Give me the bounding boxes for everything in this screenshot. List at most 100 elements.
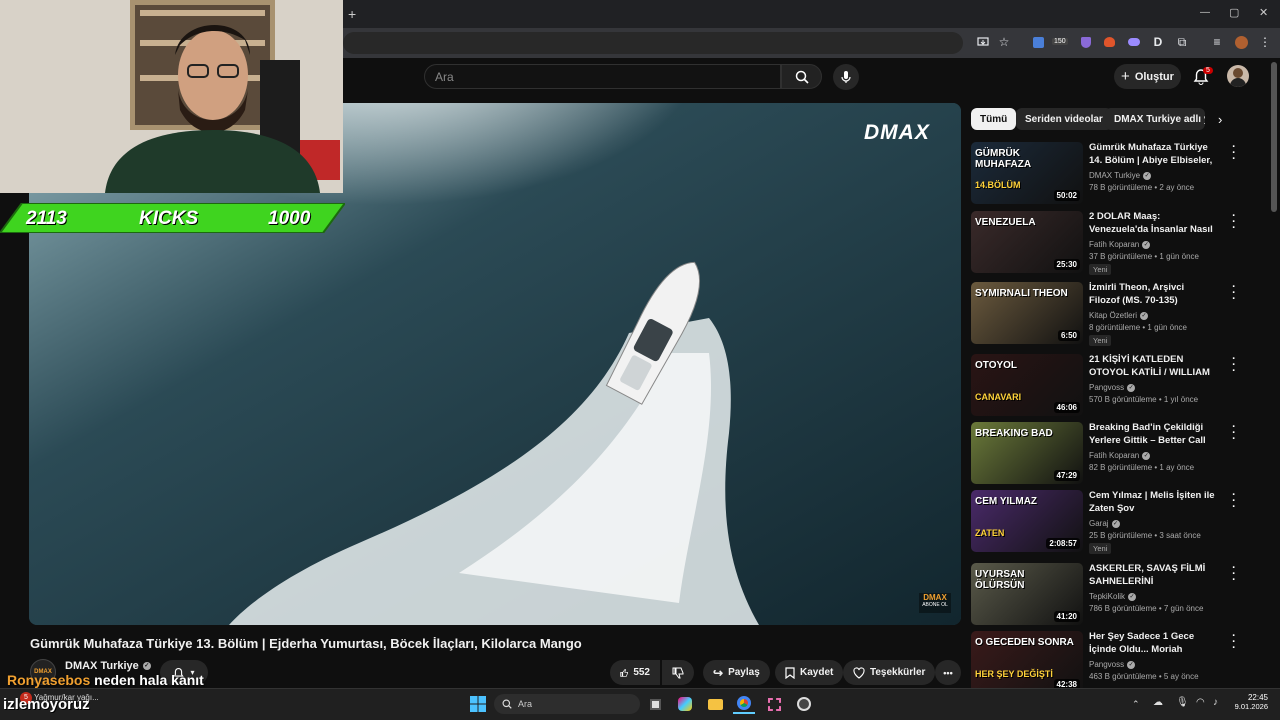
snipping-tool-icon[interactable]	[763, 694, 785, 714]
more-options-icon[interactable]: · · ·	[1229, 211, 1239, 234]
copilot-icon[interactable]	[674, 694, 696, 714]
install-app-icon[interactable]	[975, 34, 991, 50]
shield-extension-icon[interactable]	[1078, 34, 1094, 50]
more-options-icon[interactable]: · · ·	[1229, 142, 1239, 165]
chevron-right-icon[interactable]: ›	[1218, 112, 1222, 127]
thumbnail-text: CEM YILMAZ	[975, 496, 1038, 507]
voice-search-button[interactable]	[833, 64, 859, 90]
translate-extension-icon[interactable]	[1030, 34, 1046, 50]
dislike-button[interactable]	[662, 660, 694, 685]
video-thumbnail[interactable]: O GECEDEN SONRA HER ŞEY DEĞİŞTİ 42:38	[971, 631, 1083, 693]
recommendation-channel[interactable]: Kitap Özetleri ✓	[1089, 311, 1149, 320]
recommendation-title[interactable]: 21 KİŞİYİ KATLEDEN OTOYOL KATİLİ / WILLI…	[1089, 354, 1217, 379]
video-thumbnail[interactable]: VENEZUELA 25:30	[971, 211, 1083, 273]
verified-icon: ✓	[1143, 171, 1152, 180]
clock[interactable]: 22:45 9.01.2026	[1235, 693, 1268, 711]
video-thumbnail[interactable]: CEM YILMAZ ZATEN 2:08:57	[971, 490, 1083, 552]
chrome-taskbar-icon[interactable]	[733, 694, 755, 714]
recommendation-title[interactable]: Breaking Bad'in Çekildiği Yerlere Gittik…	[1089, 422, 1217, 447]
chip-all[interactable]: Tümü	[971, 108, 1017, 130]
account-avatar[interactable]	[1227, 65, 1249, 87]
verified-icon: ✓	[1128, 592, 1137, 601]
fox-extension-icon[interactable]	[1101, 34, 1117, 50]
channel-name: DMAX Turkiye	[65, 660, 139, 672]
video-thumbnail[interactable]: BREAKING BAD 47:29	[971, 422, 1083, 484]
like-button[interactable]: 552	[610, 660, 660, 685]
recommendation-item[interactable]: CEM YILMAZ ZATEN 2:08:57 Cem Yılmaz | Melis…	[971, 490, 1236, 554]
address-bar[interactable]	[343, 32, 963, 54]
recommendation-channel[interactable]: TepkiKolik ✓	[1089, 592, 1137, 601]
close-window-button[interactable]: ✕	[1259, 6, 1268, 19]
more-options-icon[interactable]: · · ·	[1229, 422, 1239, 445]
recommendation-title[interactable]: 2 DOLAR Maaş: Venezuela'da İnsanlar Nası…	[1089, 211, 1217, 236]
file-explorer-icon[interactable]	[704, 694, 726, 714]
create-button[interactable]: + Oluştur	[1114, 64, 1181, 89]
video-thumbnail[interactable]: UYURSAN ÖLÜRSÜN 41:20	[971, 563, 1083, 625]
ai-extension-icon[interactable]	[1126, 34, 1142, 50]
recommendation-meta: 463 B görüntüleme • 5 ay önce	[1089, 672, 1199, 681]
minimize-button[interactable]: —	[1200, 7, 1210, 18]
recommendation-item[interactable]: SYMIRNALI THEON 6:50 İzmirli Theon, Arşivc…	[971, 282, 1236, 346]
search-input[interactable]: Ara	[424, 64, 781, 89]
microphone-tray-icon[interactable]: 🎙	[1176, 697, 1189, 708]
puzzle-extensions-icon[interactable]: ⧉	[1174, 34, 1190, 50]
page-scrollbar[interactable]	[1271, 62, 1277, 212]
thumbnail-subtext: CANAVARI	[975, 392, 1022, 402]
chip-channel-videos[interactable]: DMAX Turkiye adlı yü	[1105, 108, 1205, 130]
video-thumbnail[interactable]: OTOYOL CANAVARI 46:06	[971, 354, 1083, 416]
dmax-subscribe-watermark[interactable]: DMAX ABONE OL	[919, 593, 951, 613]
video-thumbnail[interactable]: GÜMRÜK MUHAFAZA 14.BÖLÜM 50:02	[971, 142, 1083, 204]
streamer-webcam	[0, 0, 343, 193]
share-button[interactable]: ↪ Paylaş	[703, 660, 770, 685]
recommendation-title[interactable]: Her Şey Sadece 1 Gece İçinde Oldu... Mor…	[1089, 631, 1217, 656]
recommendation-channel[interactable]: Fatih Koparan ✓	[1089, 240, 1151, 249]
more-options-icon[interactable]: · · ·	[1229, 354, 1239, 377]
taskbar-search[interactable]: Ara	[494, 694, 640, 714]
volume-icon[interactable]: ♪	[1213, 697, 1218, 708]
recommendation-title[interactable]: ASKERLER, SAVAŞ FİLMİ SAHNELERİNİ YORUML…	[1089, 563, 1217, 588]
d-extension-icon[interactable]: D	[1150, 34, 1166, 50]
start-button[interactable]	[467, 694, 489, 714]
recommendation-item[interactable]: UYURSAN ÖLÜRSÜN 41:20 ASKERLER, SAVAŞ FİLM…	[971, 563, 1236, 627]
task-view-icon[interactable]	[644, 694, 666, 714]
obs-taskbar-icon[interactable]	[793, 694, 815, 714]
recommendation-channel[interactable]: Garaj ✓	[1089, 519, 1120, 528]
cloud-icon[interactable]: ☁	[1153, 697, 1163, 708]
bookmark-star-icon[interactable]: ☆	[996, 34, 1012, 50]
profile-avatar-icon[interactable]	[1233, 34, 1249, 50]
chip-series-videos[interactable]: Seriden videolar	[1016, 108, 1112, 130]
recommendation-title[interactable]: İzmirli Theon, Arşivci Filozof (MS. 70-1…	[1089, 282, 1217, 307]
recommendation-item[interactable]: BREAKING BAD 47:29 Breaking Bad'in Çekildi…	[971, 422, 1236, 486]
video-thumbnail[interactable]: SYMIRNALI THEON 6:50	[971, 282, 1083, 344]
channel-name-link[interactable]: DMAX Turkiye ✓	[65, 660, 151, 672]
more-options-icon[interactable]: · · ·	[1229, 282, 1239, 305]
more-options-icon[interactable]: · · ·	[1229, 490, 1239, 513]
more-actions-button[interactable]: •••	[935, 660, 961, 685]
search-button[interactable]	[781, 64, 822, 89]
thumbnail-text: VENEZUELA	[975, 217, 1036, 228]
recommendation-channel[interactable]: Pangvoss ✓	[1089, 383, 1136, 392]
thanks-button[interactable]: Teşekkürler	[843, 660, 936, 685]
more-options-icon[interactable]: · · ·	[1229, 563, 1239, 586]
recommendation-item[interactable]: OTOYOL CANAVARI 46:06 21 KİŞİYİ KATLEDEN OT…	[971, 354, 1236, 418]
recommendation-item[interactable]: VENEZUELA 25:30 2 DOLAR Maaş: Venezuela'da…	[971, 211, 1236, 275]
more-options-icon[interactable]: · · ·	[1229, 631, 1239, 654]
show-hidden-icons-chevron-icon[interactable]: ⌃	[1132, 699, 1140, 710]
wifi-icon[interactable]: ◠	[1196, 697, 1205, 708]
watermark-subscribe-text: ABONE OL	[922, 602, 948, 608]
recommendation-channel[interactable]: DMAX Turkiye ✓	[1089, 171, 1152, 180]
recommendation-item[interactable]: O GECEDEN SONRA HER ŞEY DEĞİŞTİ 42:38 Her Ş…	[971, 631, 1236, 695]
recommendation-channel[interactable]: Fatih Koparan ✓	[1089, 451, 1151, 460]
recommendation-title[interactable]: Gümrük Muhafaza Türkiye 14. Bölüm | Abiy…	[1089, 142, 1217, 167]
recommendation-title[interactable]: Cem Yılmaz | Melis İşiten ile Zaten Şov	[1089, 490, 1217, 515]
new-tab-button[interactable]: +	[348, 6, 356, 22]
kicks-right-value: 1000	[268, 208, 311, 229]
recommendation-channel[interactable]: Pangvoss ✓	[1089, 660, 1136, 669]
save-button[interactable]: Kaydet	[775, 660, 844, 685]
browser-menu-icon[interactable]: ⋮	[1257, 34, 1273, 50]
thumbnail-subtext: 14.BÖLÜM	[975, 180, 1021, 190]
reading-list-icon[interactable]: ≡	[1209, 34, 1225, 50]
thumbnail-subtext: ZATEN	[975, 528, 1005, 538]
maximize-button[interactable]: ▢	[1229, 6, 1239, 19]
recommendation-item[interactable]: GÜMRÜK MUHAFAZA 14.BÖLÜM 50:02 Gümrük Muhaf…	[971, 142, 1236, 206]
